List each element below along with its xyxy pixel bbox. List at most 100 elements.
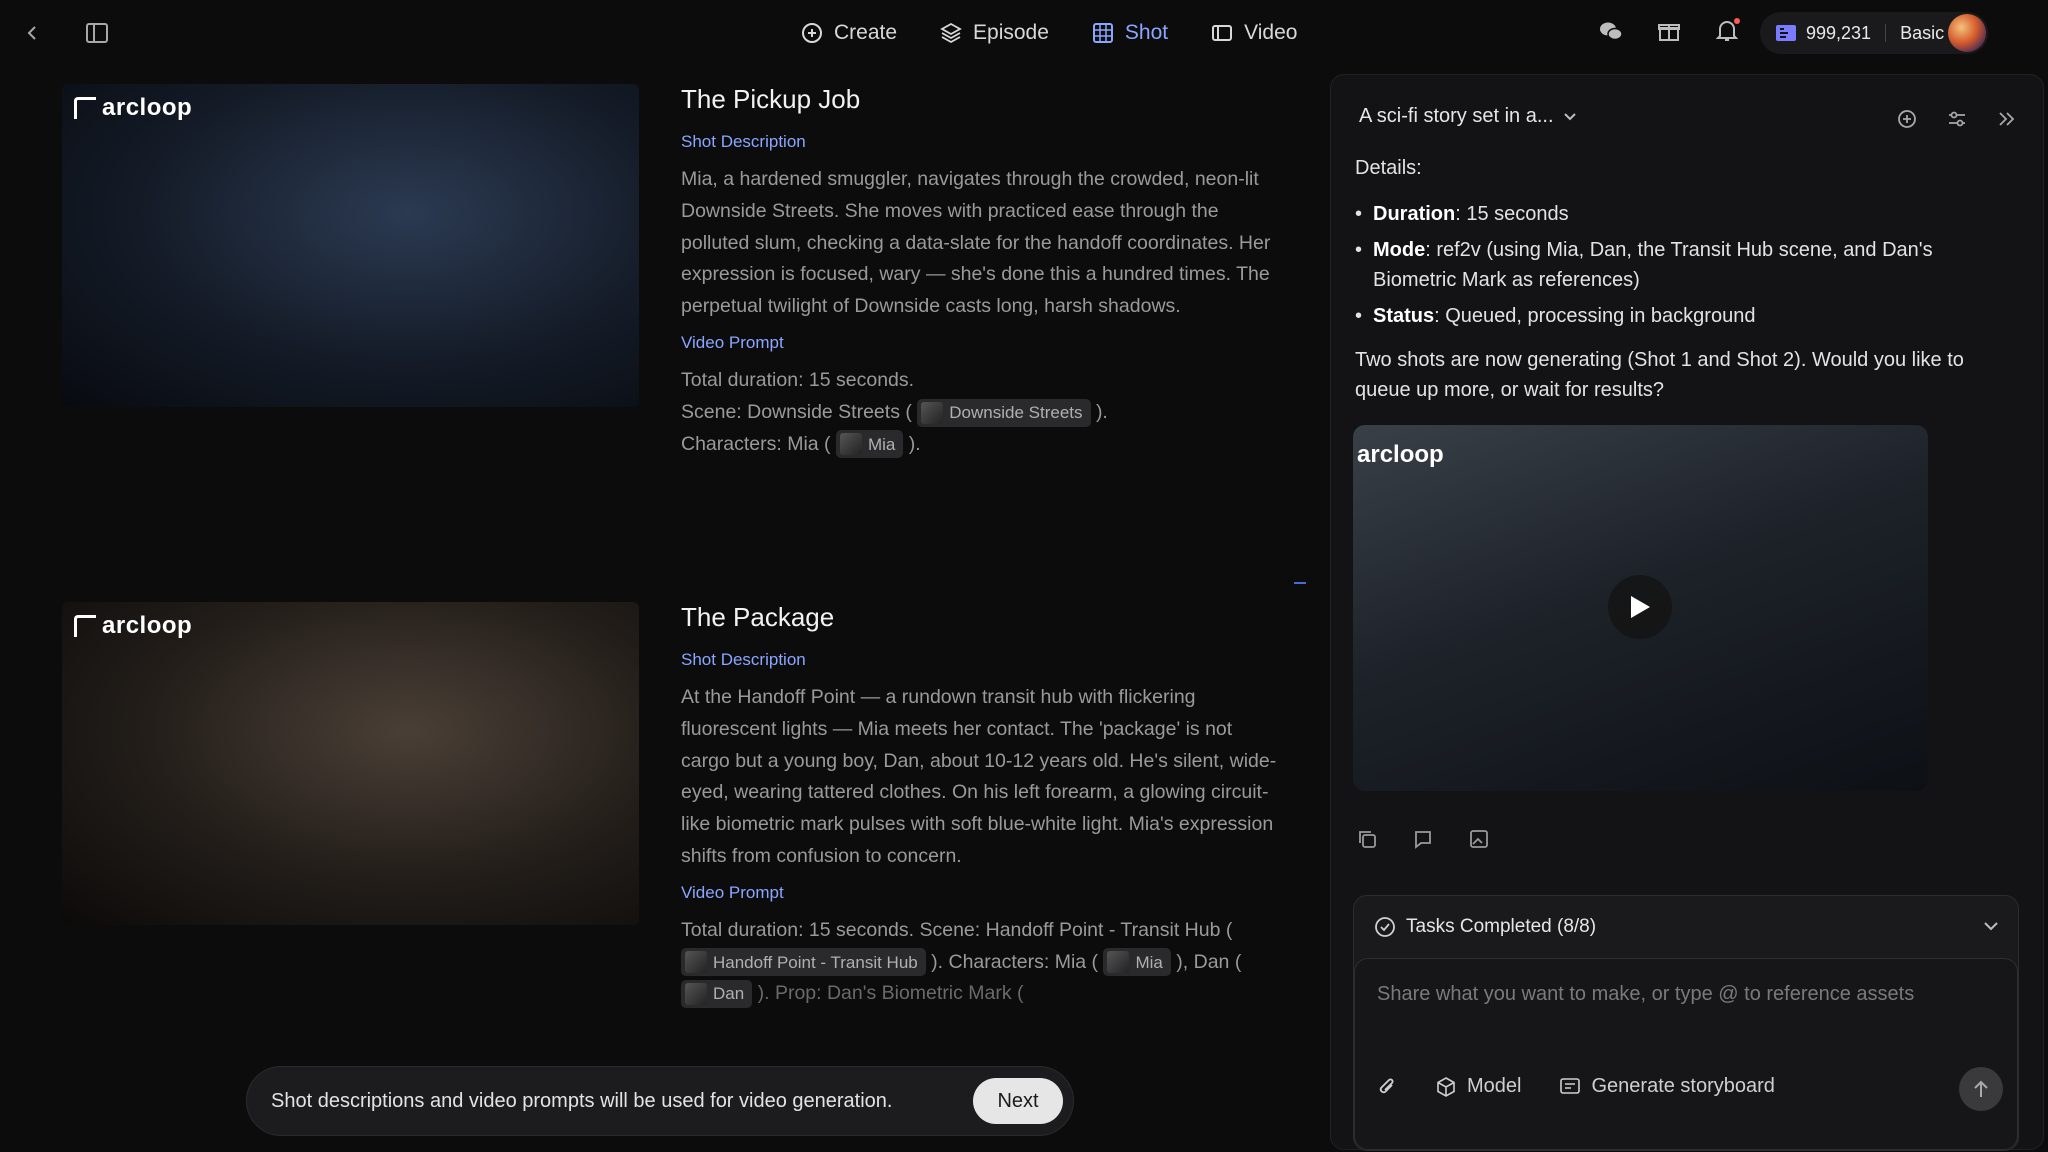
credits-icon: [1776, 25, 1796, 41]
prompt-part-a: Total duration: 15 seconds. Scene: Hando…: [681, 918, 1233, 941]
nav-video[interactable]: Video: [1210, 16, 1297, 50]
prompt-scene-suffix: ).: [1095, 400, 1108, 423]
resize-handle[interactable]: [1294, 582, 1306, 584]
detail-mode: Mode: ref2v (using Mia, Dan, the Transit…: [1355, 235, 2015, 295]
wechat-icon[interactable]: [1596, 16, 1626, 46]
video-preview[interactable]: arcloop: [1353, 425, 1928, 791]
logo-mark-icon: [74, 615, 96, 637]
sidebar-toggle-icon[interactable]: [82, 18, 112, 48]
cube-icon: [1437, 1076, 1455, 1097]
character-thumb-icon: [1107, 951, 1130, 974]
chat-input-box: Model Generate storyboard: [1354, 958, 2018, 1150]
nav-create[interactable]: Create: [800, 16, 897, 50]
character-thumb-icon: [685, 983, 707, 1006]
details-list: Duration: 15 seconds Mode: ref2v (using …: [1355, 199, 2015, 331]
scene-ref-chip[interactable]: Downside Streets: [917, 398, 1091, 427]
char-chip-label: Mia: [1135, 952, 1163, 972]
detail-key: Status: [1373, 305, 1435, 327]
collapse-panel-icon[interactable]: [1995, 107, 2019, 131]
detail-key: Mode: [1373, 239, 1426, 261]
character-ref-chip-mia[interactable]: Mia: [1103, 948, 1171, 977]
detail-key: Duration: [1373, 203, 1456, 225]
nav-episode-label: Episode: [973, 21, 1049, 44]
notification-dot: [1734, 18, 1740, 24]
next-button[interactable]: Next: [973, 1078, 1063, 1124]
chat-panel: A sci-fi story set in a... Details: Dura…: [1330, 74, 2044, 1151]
info-toast: Shot descriptions and video prompts will…: [246, 1066, 1074, 1136]
arcloop-logo: arcloop: [74, 612, 192, 640]
detail-duration: Duration: 15 seconds: [1355, 199, 2015, 229]
play-icon: [1631, 596, 1650, 618]
video-prompt-label: Video Prompt: [681, 882, 784, 902]
character-ref-chip-dan[interactable]: Dan: [681, 980, 753, 1009]
chat-input[interactable]: [1377, 983, 1997, 1043]
detail-status: Status: Queued, processing in background: [1355, 301, 2015, 331]
layers-icon: [940, 22, 962, 44]
nav-shot[interactable]: Shot: [1091, 16, 1168, 50]
model-button[interactable]: Model: [1435, 1075, 1521, 1098]
shot-text-2: The Package Shot Description At the Hand…: [681, 602, 1281, 1010]
scene-chip-label: Downside Streets: [949, 402, 1083, 422]
tasks-header[interactable]: Tasks Completed (8/8): [1374, 916, 1596, 938]
shot-description[interactable]: Mia, a hardened smuggler, navigates thro…: [681, 164, 1281, 323]
back-chevron-icon[interactable]: [18, 18, 48, 48]
nav-create-label: Create: [834, 21, 898, 44]
prompt-part-b: ). Characters: Mia (: [931, 950, 1099, 973]
scene-chip-label: Handoff Point - Transit Hub: [713, 952, 918, 972]
shot-description[interactable]: At the Handoff Point — a rundown transit…: [681, 682, 1281, 873]
comment-icon[interactable]: [1411, 827, 1435, 851]
detail-value: : ref2v (using Mia, Dan, the Transit Hub…: [1373, 239, 1933, 291]
message-actions: [1355, 827, 1491, 851]
logo-text: arcloop: [102, 612, 193, 639]
conversation-selector[interactable]: A sci-fi story set in a...: [1359, 105, 1576, 128]
send-button[interactable]: [1959, 1067, 2003, 1111]
details-heading: Details:: [1355, 157, 1422, 179]
prompt-part-d: ). Prop: Dan's Biometric Mark (: [757, 982, 1024, 1005]
scene-thumb-icon: [685, 951, 707, 974]
new-chat-icon[interactable]: [1895, 107, 1919, 131]
nav-episode[interactable]: Episode: [939, 16, 1049, 50]
main-nav: Create Episode Shot Video: [800, 16, 1297, 50]
storyboard-label: Generate storyboard: [1591, 1075, 1775, 1097]
paperclip-icon: [1379, 1078, 1394, 1093]
chevron-down-icon[interactable]: [1984, 918, 1998, 936]
char-chip-label: Mia: [867, 434, 896, 454]
tasks-label: Tasks Completed (8/8): [1406, 916, 1597, 937]
scene-ref-chip[interactable]: Handoff Point - Transit Hub: [681, 948, 926, 977]
gift-icon[interactable]: [1654, 16, 1684, 46]
storyboard-icon: [1560, 1077, 1581, 1094]
character-thumb-icon: [839, 433, 862, 456]
settings-sliders-icon[interactable]: [1945, 107, 1969, 131]
character-ref-chip[interactable]: Mia: [835, 430, 904, 459]
logo-mark-icon: [74, 97, 96, 119]
copy-icon[interactable]: [1355, 827, 1379, 851]
generate-storyboard-button[interactable]: Generate storyboard: [1559, 1075, 1775, 1098]
plan-label: Basic: [1900, 22, 1945, 43]
video-prompt[interactable]: Total duration: 15 seconds. Scene: Downs…: [681, 365, 1281, 460]
credits-separator: [1885, 24, 1887, 42]
video-prompt-label: Video Prompt: [681, 332, 784, 352]
play-button[interactable]: [1608, 575, 1672, 639]
panel-toolbar: [1895, 107, 2019, 131]
shot-thumbnail-1[interactable]: arcloop: [62, 84, 639, 407]
tasks-panel: Tasks Completed (8/8) Model: [1353, 895, 2019, 1151]
check-circle-icon: [1375, 917, 1395, 937]
input-tools: Model Generate storyboard: [1377, 1075, 1775, 1098]
shot-thumbnail-2[interactable]: arcloop: [62, 602, 639, 925]
video-prompt[interactable]: Total duration: 15 seconds. Scene: Hando…: [681, 915, 1281, 1010]
prompt-duration: Total duration: 15 seconds.: [681, 368, 915, 391]
arrow-up-icon: [1974, 1080, 1988, 1097]
model-label: Model: [1467, 1075, 1522, 1097]
chevron-down-icon: [1563, 112, 1576, 120]
conversation-title: A sci-fi story set in a...: [1359, 105, 1554, 127]
assistant-message: Details: Duration: 15 seconds Mode: ref2…: [1355, 153, 2015, 405]
bell-icon[interactable]: [1712, 16, 1742, 46]
prompt-scene-prefix: Scene: Downside Streets (: [681, 400, 912, 423]
arcloop-logo: arcloop: [1357, 441, 1444, 468]
toast-text: Shot descriptions and video prompts will…: [271, 1089, 893, 1112]
attach-button[interactable]: [1377, 1076, 1397, 1098]
avatar[interactable]: [1948, 14, 1986, 52]
char-chip-label: Dan: [713, 984, 745, 1004]
image-edit-icon[interactable]: [1467, 827, 1491, 851]
detail-value: : Queued, processing in background: [1434, 305, 1756, 327]
